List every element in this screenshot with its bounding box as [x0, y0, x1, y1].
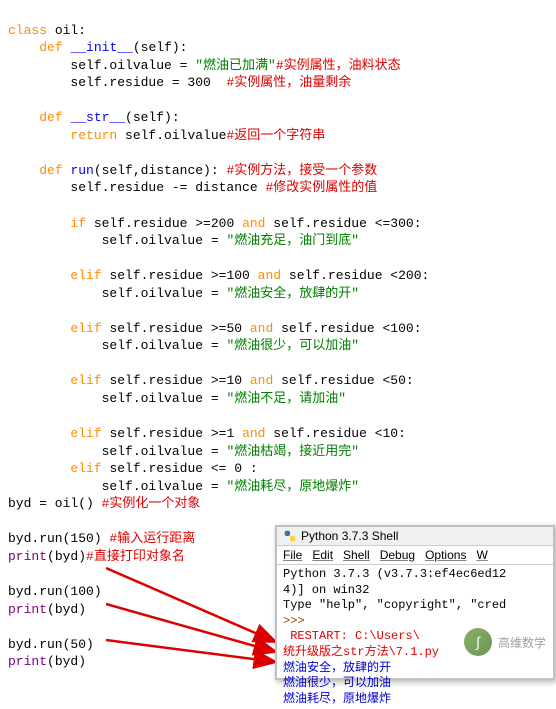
code-text: self.residue <100:: [281, 321, 421, 336]
shell-prompt: >>>: [283, 614, 312, 628]
method-name: __init__: [70, 40, 132, 55]
keyword: elif: [70, 268, 109, 283]
comment: #修改实例属性的值: [265, 180, 377, 195]
code-text: self.residue >=10: [109, 373, 249, 388]
keyword: and: [250, 321, 281, 336]
signature: (self,distance):: [94, 163, 227, 178]
shell-out-2: 燃油很少，可以加油: [283, 676, 391, 690]
comment: #实例化一个对象: [102, 496, 201, 511]
shell-restart: RESTART: C:\Users\: [283, 629, 420, 643]
python-shell-window[interactable]: Python 3.7.3 Shell File Edit Shell Debug…: [275, 525, 555, 680]
shell-title-text: Python 3.7.3 Shell: [301, 529, 398, 543]
code-text: (byd): [47, 549, 86, 564]
python-icon: [283, 529, 297, 543]
code-text: self.residue >=1: [109, 426, 242, 441]
shell-text: Python 3.7.3 (v3.7.3:ef4ec6ed12: [283, 567, 506, 581]
keyword: def: [39, 40, 70, 55]
keyword: elif: [70, 461, 109, 476]
string-literal: "燃油枯竭，接近用完": [226, 444, 359, 459]
shell-text: Type "help", "copyright", "cred: [283, 598, 506, 612]
code-text: self.oilvalue =: [8, 286, 226, 301]
method-name: run: [70, 163, 93, 178]
code-text: self.oilvalue =: [8, 479, 226, 494]
menu-debug[interactable]: Debug: [380, 548, 415, 562]
code-text: self.residue >=200: [94, 216, 242, 231]
code-text: self.residue >=100: [109, 268, 257, 283]
keyword: elif: [70, 426, 109, 441]
code-text: self.oilvalue =: [8, 58, 195, 73]
code-text: self.oilvalue =: [8, 391, 226, 406]
menu-options[interactable]: Options: [425, 548, 466, 562]
comment: #输入运行距离: [109, 531, 195, 546]
keyword: elif: [70, 373, 109, 388]
keyword: and: [242, 216, 273, 231]
keyword: def: [39, 110, 70, 125]
builtin-fn: print: [8, 549, 47, 564]
shell-out-3: 燃油耗尽，原地爆炸: [283, 692, 391, 706]
string-literal: "燃油不足，请加油": [226, 391, 346, 406]
shell-menubar: File Edit Shell Debug Options W: [277, 546, 553, 565]
code-text: self.oilvalue: [125, 128, 226, 143]
keyword: and: [258, 268, 289, 283]
watermark-text: 高维数学: [498, 634, 546, 651]
builtin-fn: print: [8, 602, 47, 617]
string-literal: "燃油充足，油门到底": [226, 233, 359, 248]
keyword: if: [70, 216, 93, 231]
code-text: (byd): [47, 602, 86, 617]
keyword: and: [242, 426, 273, 441]
code-text: self.oilvalue =: [8, 338, 226, 353]
code-text: byd.run(100): [8, 584, 102, 599]
string-literal: "燃油已加满": [195, 58, 276, 73]
comment: #返回一个字符串: [226, 128, 325, 143]
comment: #实例属性，油量剩余: [226, 75, 351, 90]
menu-edit[interactable]: Edit: [312, 548, 333, 562]
code-text: byd.run(150): [8, 531, 109, 546]
method-name: __str__: [70, 110, 125, 125]
string-literal: "燃油耗尽，原地爆炸": [226, 479, 359, 494]
comment: #实例属性，油料状态: [276, 58, 401, 73]
code-text: self.residue -= distance: [8, 180, 265, 195]
menu-file[interactable]: File: [283, 548, 302, 562]
string-literal: "燃油很少，可以加油": [226, 338, 359, 353]
code-text: self.residue <=300:: [273, 216, 421, 231]
code-text: self.residue >=50: [109, 321, 249, 336]
watermark: ∫ 高维数学: [464, 628, 546, 656]
menu-window[interactable]: W: [476, 548, 487, 562]
keyword: elif: [70, 321, 109, 336]
keyword: return: [70, 128, 125, 143]
comment: #直接打印对象名: [86, 549, 185, 564]
menu-shell[interactable]: Shell: [343, 548, 370, 562]
code-text: self.residue = 300: [8, 75, 226, 90]
comment: #实例方法，接受一个参数: [226, 163, 377, 178]
code-text: self.oilvalue =: [8, 233, 226, 248]
code-text: (byd): [47, 654, 86, 669]
keyword: class: [8, 23, 55, 38]
code-text: self.residue <= 0 :: [109, 461, 257, 476]
keyword: and: [250, 373, 281, 388]
builtin-fn: print: [8, 654, 47, 669]
watermark-icon: ∫: [464, 628, 492, 656]
signature: (self):: [125, 110, 180, 125]
shell-path: 统升级版之str方法\7.1.py: [283, 645, 439, 659]
string-literal: "燃油安全，放肆的开": [226, 286, 359, 301]
signature: (self):: [133, 40, 188, 55]
shell-text: 4)] on win32: [283, 583, 369, 597]
keyword: def: [39, 163, 70, 178]
shell-out-1: 燃油安全，放肆的开: [283, 661, 391, 675]
class-name: oil:: [55, 23, 86, 38]
code-text: byd = oil(): [8, 496, 102, 511]
code-text: self.oilvalue =: [8, 444, 226, 459]
code-text: self.residue <10:: [273, 426, 406, 441]
code-text: self.residue <200:: [289, 268, 429, 283]
code-text: byd.run(50): [8, 637, 94, 652]
code-text: self.residue <50:: [281, 373, 414, 388]
shell-titlebar[interactable]: Python 3.7.3 Shell: [277, 527, 553, 546]
